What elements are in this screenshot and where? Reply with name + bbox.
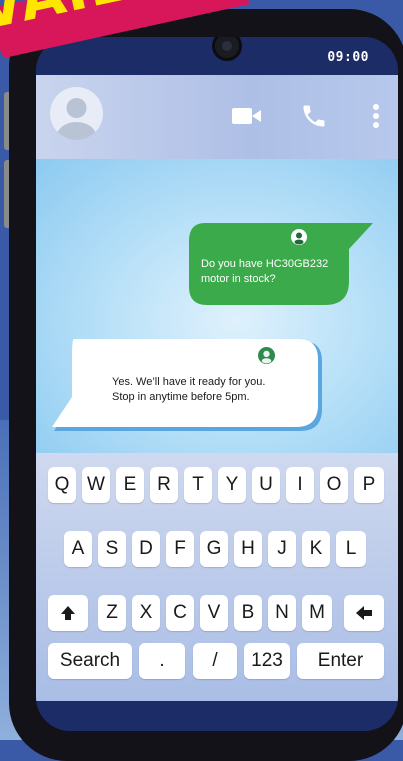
slash-key[interactable]: / xyxy=(193,643,237,679)
sent-message-line-1: Do you have HC30GB232 xyxy=(201,258,329,270)
more-vertical-icon[interactable] xyxy=(361,101,391,131)
key-j[interactable]: J xyxy=(268,531,296,567)
received-message-line-1: Yes. We’ll have it ready for you. xyxy=(112,376,266,388)
phone-icon[interactable] xyxy=(299,101,329,131)
received-message-line-2: Stop in anytime before 5pm. xyxy=(112,391,250,403)
key-c[interactable]: C xyxy=(166,595,194,631)
key-p[interactable]: P xyxy=(354,467,384,503)
key-l[interactable]: L xyxy=(336,531,366,567)
backspace-arrow-icon xyxy=(356,606,372,620)
key-y[interactable]: Y xyxy=(218,467,246,503)
key-z[interactable]: Z xyxy=(98,595,126,631)
sent-avatar-icon xyxy=(291,229,307,250)
navigation-bar xyxy=(36,701,398,731)
sent-message-line-2: motor in stock? xyxy=(201,273,276,285)
key-k[interactable]: K xyxy=(302,531,330,567)
key-v[interactable]: V xyxy=(200,595,228,631)
key-q[interactable]: Q xyxy=(48,467,76,503)
key-e[interactable]: E xyxy=(116,467,144,503)
key-u[interactable]: U xyxy=(252,467,280,503)
key-s[interactable]: S xyxy=(98,531,126,567)
key-x[interactable]: X xyxy=(132,595,160,631)
search-key[interactable]: Search xyxy=(48,643,132,679)
key-g[interactable]: G xyxy=(200,531,228,567)
chat-header xyxy=(36,75,398,159)
sent-message-bubble[interactable]: Do you have HC30GB232 motor in stock? xyxy=(189,221,373,305)
key-w[interactable]: W xyxy=(82,467,110,503)
key-n[interactable]: N xyxy=(268,595,296,631)
received-message-text: Yes. We’ll have it ready for you. Stop i… xyxy=(112,375,265,405)
key-a[interactable]: A xyxy=(64,531,92,567)
promo-banner: VAILABL xyxy=(0,0,257,58)
received-message-bubble[interactable]: Yes. We’ll have it ready for you. Stop i… xyxy=(52,339,322,431)
status-time: 09:00 xyxy=(327,50,369,65)
phone-frame: 09:00 Do you have HC30GB232 motor in sto… xyxy=(9,9,403,761)
video-call-icon[interactable] xyxy=(232,101,262,131)
received-avatar-icon xyxy=(258,347,275,369)
key-i[interactable]: I xyxy=(286,467,314,503)
sent-message-text: Do you have HC30GB232 motor in stock? xyxy=(201,257,328,287)
enter-key[interactable]: Enter xyxy=(297,643,384,679)
period-key[interactable]: . xyxy=(139,643,185,679)
shift-key[interactable] xyxy=(48,595,88,631)
keyboard: Q W E R T Y U I O P A S D F G H J K L Z … xyxy=(36,453,398,701)
key-h[interactable]: H xyxy=(234,531,262,567)
key-f[interactable]: F xyxy=(166,531,194,567)
key-o[interactable]: O xyxy=(320,467,348,503)
key-d[interactable]: D xyxy=(132,531,160,567)
shift-arrow-icon xyxy=(61,606,75,620)
backspace-key[interactable] xyxy=(344,595,384,631)
key-m[interactable]: M xyxy=(302,595,332,631)
phone-screen: 09:00 Do you have HC30GB232 motor in sto… xyxy=(36,37,398,731)
key-b[interactable]: B xyxy=(234,595,262,631)
chat-area: Do you have HC30GB232 motor in stock? Ye… xyxy=(36,159,398,453)
user-avatar-icon[interactable] xyxy=(50,87,103,140)
numbers-key[interactable]: 123 xyxy=(244,643,290,679)
key-r[interactable]: R xyxy=(150,467,178,503)
key-t[interactable]: T xyxy=(184,467,212,503)
